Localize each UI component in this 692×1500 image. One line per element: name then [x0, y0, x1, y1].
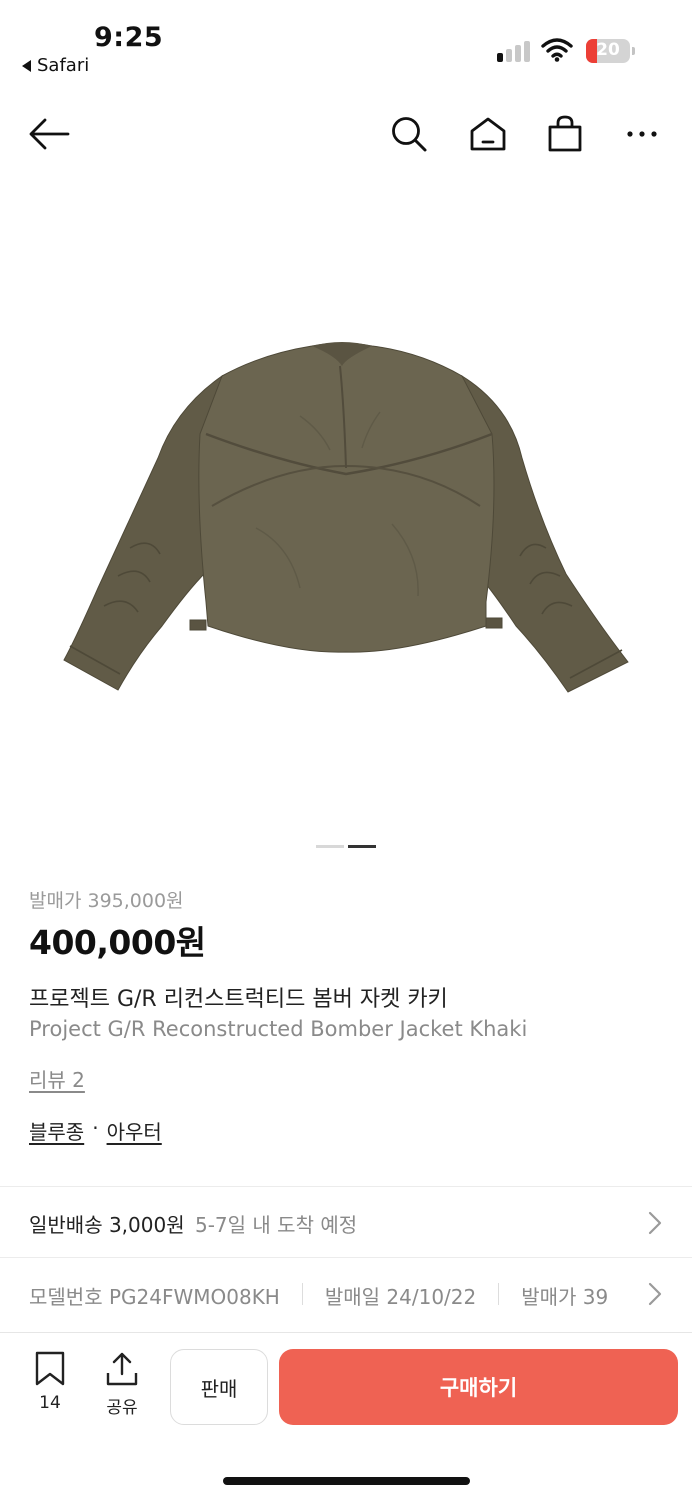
category-breadcrumb: 블루종 · 아우터 [29, 1116, 162, 1145]
battery-level: 20 [596, 40, 620, 60]
current-price: 400,000원 [29, 923, 206, 962]
search-icon[interactable] [387, 112, 431, 156]
category-link-blouson[interactable]: 블루종 [29, 1116, 84, 1145]
product-title-english: Project G/R Reconstructed Bomber Jacket … [29, 1017, 528, 1041]
product-info-row[interactable]: 모델번호 PG24FWMO08KH 발매일 24/10/22 발매가 39 [0, 1258, 692, 1330]
back-app-label: Safari [37, 55, 90, 76]
shipping-eta: 5-7일 내 도착 예정 [194, 1213, 358, 1237]
shipping-label: 일반배송 3,000원 [29, 1213, 185, 1237]
share-button[interactable]: 공유 [104, 1351, 140, 1418]
bookmark-icon [35, 1351, 65, 1386]
bookmark-button[interactable]: 14 [33, 1351, 67, 1413]
wifi-icon [541, 38, 573, 62]
pager-dot-active [348, 845, 376, 848]
image-pager [316, 845, 376, 848]
product-image-carousel[interactable] [0, 176, 692, 826]
bookmark-count: 14 [39, 1393, 61, 1413]
product-title-korean: 프로젝트 G/R 리컨스트럭티드 봄버 자켓 카키 [29, 987, 448, 1012]
home-icon[interactable] [466, 112, 510, 156]
release-price: 발매가 395,000원 [29, 890, 184, 912]
review-link[interactable]: 리뷰 2 [29, 1064, 85, 1093]
more-icon[interactable] [620, 112, 664, 156]
chevron-right-icon [648, 1282, 662, 1306]
model-number: 모델번호 PG24FWMO08KH [29, 1285, 280, 1309]
chevron-right-icon [648, 1211, 662, 1235]
shipping-option-row[interactable]: 일반배송 3,000원 5-7일 내 도착 예정 [0, 1187, 692, 1257]
bottom-action-bar: 14 공유 판매 구매하기 [0, 1332, 692, 1500]
back-triangle-icon [22, 59, 31, 72]
back-arrow-icon[interactable] [27, 112, 71, 156]
buy-button[interactable]: 구매하기 [279, 1349, 678, 1425]
category-link-outer[interactable]: 아우터 [107, 1116, 162, 1145]
top-navigation [0, 100, 692, 166]
jacket-image [63, 342, 629, 693]
release-date: 발매일 24/10/22 [324, 1285, 477, 1309]
share-icon [106, 1352, 138, 1386]
pager-dot [316, 845, 344, 848]
sell-button[interactable]: 판매 [170, 1349, 268, 1425]
status-bar: 9:25 Safari 20 [0, 0, 692, 88]
status-time: 9:25 [94, 22, 164, 53]
share-label: 공유 [106, 1398, 138, 1418]
home-indicator[interactable] [223, 1477, 470, 1485]
category-separator: · [92, 1116, 99, 1140]
cellular-signal-icon [497, 40, 530, 62]
battery-icon: 20 [586, 39, 630, 63]
release-price-info: 발매가 39 [521, 1285, 609, 1309]
shopping-bag-icon[interactable] [543, 112, 587, 156]
back-to-safari-link[interactable]: Safari [22, 55, 89, 76]
